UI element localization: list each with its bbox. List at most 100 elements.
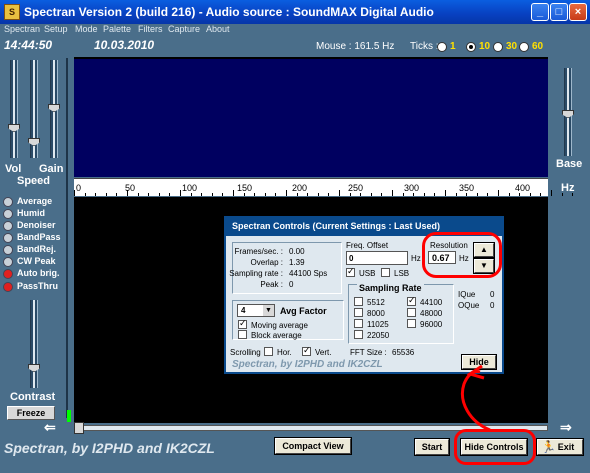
option-led-active	[3, 269, 13, 279]
mouse-frequency: Mouse : 161.5 Hz	[316, 41, 395, 52]
axis-tick	[148, 193, 150, 196]
axis-tick	[275, 193, 277, 196]
exit-label: Exit	[557, 442, 575, 452]
tick-radio-10[interactable]	[466, 42, 476, 52]
freeze-button[interactable]: Freeze	[7, 406, 55, 420]
option-led	[3, 197, 13, 207]
rate-11025-label: 11025	[367, 320, 389, 329]
rate-5512-checkbox[interactable]	[354, 297, 363, 306]
contrast-slider[interactable]	[28, 300, 40, 388]
axis-tick	[370, 193, 372, 196]
axis-label-250: 250	[348, 183, 364, 193]
axis-tick	[551, 190, 552, 196]
compact-view-button[interactable]: Compact View	[274, 437, 352, 455]
moving-average-checkbox[interactable]	[238, 318, 247, 329]
axis-tick	[137, 193, 139, 196]
maximize-button[interactable]: □	[550, 3, 568, 21]
arrow-right-icon[interactable]: ⇒	[560, 419, 572, 436]
axis-tick	[339, 190, 340, 196]
menu-filters[interactable]: Filters	[138, 24, 163, 34]
axis-tick	[222, 193, 224, 196]
axis-tick	[434, 193, 436, 196]
contrast-slider-thumb[interactable]	[28, 364, 40, 372]
tick-radio-60[interactable]	[519, 42, 529, 52]
axis-tick	[455, 193, 457, 196]
menu-setup[interactable]: Setup	[44, 24, 68, 34]
axis-tick	[413, 193, 415, 196]
menu-capture[interactable]: Capture	[168, 24, 200, 34]
axis-tick	[158, 193, 160, 196]
spectrum-display[interactable]	[74, 57, 548, 177]
option-led	[3, 257, 13, 267]
usb-checkbox[interactable]	[346, 266, 355, 277]
rate-8000-checkbox[interactable]	[354, 308, 363, 317]
speed-slider-thumb[interactable]	[28, 138, 40, 146]
menu-mode[interactable]: Mode	[75, 24, 98, 34]
axis-tick	[296, 193, 298, 196]
rate-96000-checkbox[interactable]	[407, 319, 416, 328]
frequency-slider-thumb[interactable]	[74, 422, 84, 434]
scroll-hor-checkbox[interactable]	[264, 347, 273, 356]
title-bar: S Spectran Version 2 (build 216) - Audio…	[0, 0, 590, 24]
scrolling-label: Scrolling	[230, 348, 261, 357]
rate-22050-checkbox[interactable]	[354, 330, 363, 339]
sampling-rate-label: Sampling rate :	[229, 269, 283, 278]
base-slider[interactable]	[562, 68, 574, 156]
freq-offset-input[interactable]: 0	[346, 251, 408, 265]
annotation-arrow	[461, 364, 491, 432]
window-title: Spectran Version 2 (build 216) - Audio s…	[24, 5, 434, 19]
sampling-rate-title: Sampling Rate	[357, 283, 424, 293]
menu-palette[interactable]: Palette	[103, 24, 131, 34]
contrast-label: Contrast	[10, 391, 56, 403]
speed-slider[interactable]	[28, 60, 40, 158]
axis-tick	[180, 190, 181, 196]
stats-frame: Frames/sec. : 0.00 Overlap : 1.39 Sampli…	[229, 242, 342, 294]
start-button[interactable]: Start	[414, 438, 450, 456]
moving-average-label: Moving average	[251, 321, 308, 330]
axis-tick	[476, 193, 478, 196]
rate-22050-label: 22050	[367, 331, 390, 340]
block-average-checkbox[interactable]	[238, 330, 247, 339]
axis-tick	[84, 193, 86, 196]
scroll-vert-checkbox[interactable]	[302, 345, 311, 356]
option-led	[3, 245, 13, 255]
exit-button[interactable]: 🏃 Exit	[536, 438, 584, 456]
axis-tick	[423, 193, 425, 196]
axis-tick	[498, 190, 499, 196]
exit-icon: 🏃	[541, 440, 556, 454]
avg-factor-select[interactable]: 4 ▼	[237, 304, 275, 317]
rate-44100-checkbox[interactable]	[407, 295, 416, 306]
close-button[interactable]: ×	[569, 3, 587, 21]
axis-tick	[243, 193, 245, 196]
axis-tick	[360, 193, 362, 196]
menu-about[interactable]: About	[206, 24, 230, 34]
axis-tick	[349, 193, 351, 196]
axis-tick	[74, 190, 75, 196]
gain-slider[interactable]	[48, 60, 60, 158]
app-icon: S	[4, 4, 20, 20]
minimize-button[interactable]: _	[531, 3, 549, 21]
menu-spectran[interactable]: Spectran	[4, 24, 40, 34]
axis-tick	[402, 193, 404, 196]
rate-96000-label: 96000	[420, 320, 443, 329]
tick-radio-1[interactable]	[437, 42, 447, 52]
vol-slider[interactable]	[8, 60, 20, 158]
lsb-checkbox[interactable]	[381, 268, 390, 277]
rate-48000-checkbox[interactable]	[407, 308, 416, 317]
vol-slider-thumb[interactable]	[8, 124, 20, 132]
ique-value: 0	[490, 290, 495, 299]
rate-5512-label: 5512	[367, 298, 385, 307]
annotation-arrow-curve	[461, 370, 491, 432]
arrow-left-icon[interactable]: ⇐	[44, 419, 56, 436]
gain-slider-thumb[interactable]	[48, 104, 60, 112]
avg-factor-label: Avg Factor	[280, 306, 327, 316]
fft-size-value: 65536	[392, 348, 415, 357]
axis-label-300: 300	[404, 183, 420, 193]
base-slider-thumb[interactable]	[562, 110, 574, 118]
chevron-down-icon[interactable]: ▼	[263, 305, 274, 316]
axis-tick	[211, 193, 213, 196]
tick-radio-30[interactable]	[493, 42, 503, 52]
rate-11025-checkbox[interactable]	[354, 319, 363, 328]
axis-tick	[328, 193, 330, 196]
axis-tick	[127, 190, 128, 196]
